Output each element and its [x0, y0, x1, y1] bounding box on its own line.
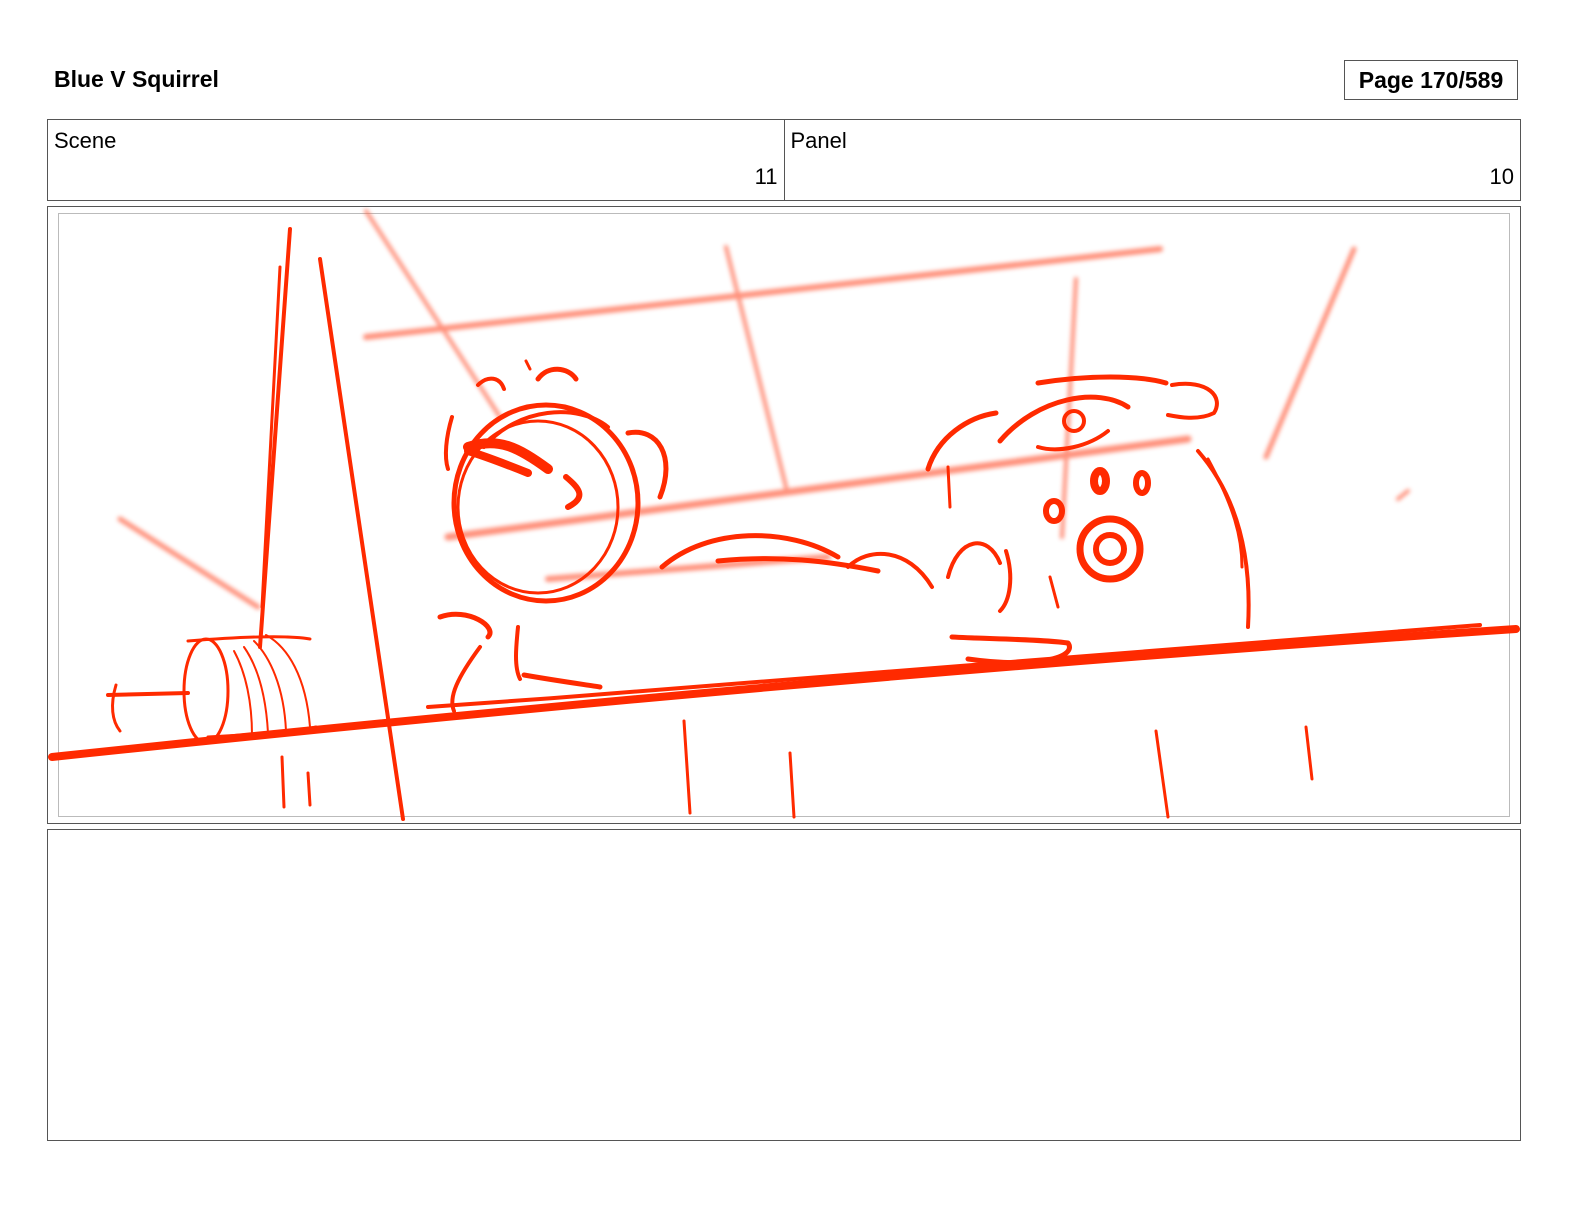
scene-cell: Scene 11 [48, 120, 784, 200]
character-sketch [48, 227, 1520, 821]
scene-label: Scene [54, 128, 117, 153]
panel-label: Panel [790, 128, 847, 153]
scene-number: 11 [754, 164, 778, 189]
sketch-drawing [48, 209, 1520, 821]
scene-panel-info-row: Scene 11 Panel 10 [47, 119, 1521, 201]
panel-number: 10 [1489, 164, 1514, 189]
panel-notes-box[interactable] [47, 829, 1521, 1141]
storyboard-panel [47, 206, 1521, 824]
page-number-badge: Page 170/589 [1344, 60, 1518, 100]
panel-cell: Panel 10 [783, 120, 1521, 200]
document-title: Blue V Squirrel [54, 66, 219, 92]
